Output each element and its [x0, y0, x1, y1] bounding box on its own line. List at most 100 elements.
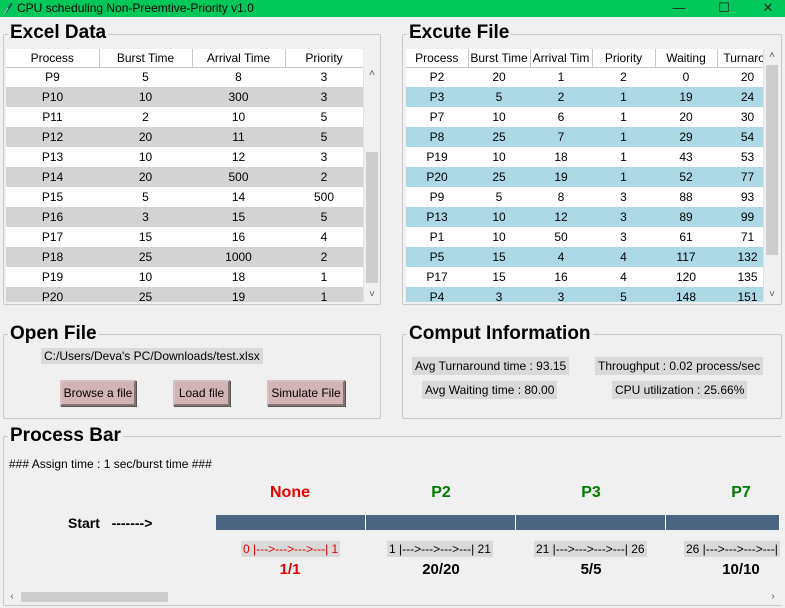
table-cell: P7 — [429, 110, 445, 124]
simulate-file-button[interactable]: Simulate File — [267, 380, 345, 406]
table-cell: 4 — [530, 247, 592, 267]
column-header[interactable]: Process — [406, 49, 469, 68]
scroll-up-arrow-icon[interactable]: ˄ — [364, 67, 380, 81]
table-row[interactable]: P9 5 8 3 88 93 — [406, 187, 763, 207]
scroll-down-arrow-icon[interactable]: ˅ — [364, 288, 380, 302]
table-cell: 300 — [192, 87, 285, 107]
table-cell: 1 — [285, 287, 363, 302]
table-cell: P20 — [406, 167, 468, 187]
column-header[interactable]: Waiting — [655, 49, 718, 68]
table-row[interactable]: P19 10 18 1 — [6, 267, 363, 287]
scroll-thumb[interactable] — [21, 592, 168, 602]
table-cell: 132 — [717, 247, 763, 267]
table-cell: 3 — [620, 230, 627, 244]
table-cell: P8 — [406, 127, 468, 147]
table-cell: 1 — [592, 167, 655, 187]
table-cell: 3 — [592, 207, 655, 227]
table-row[interactable]: P4 3 3 5 148 151 — [406, 287, 763, 302]
table-cell: 71 — [740, 230, 755, 244]
excel-table[interactable]: Process Burst Time Arrival Time Priority P9… — [6, 49, 363, 302]
table-row[interactable]: P16 3 15 5 — [6, 207, 363, 227]
throughput-label: Throughput : 0.02 process/sec — [595, 357, 764, 375]
close-button[interactable]: ✕ — [753, 0, 783, 17]
table-cell: P5 — [406, 247, 468, 267]
title-bar: CPU scheduling Non-Preemtive-Priority v1… — [0, 0, 785, 17]
column-header[interactable]: Arrival Time — [192, 49, 286, 68]
table-row[interactable]: P10 10 300 3 — [6, 87, 363, 107]
column-header[interactable]: Burst Time — [99, 49, 193, 68]
table-cell: 19 — [655, 87, 717, 107]
excel-vertical-scrollbar[interactable]: ˄ ˅ — [363, 67, 380, 302]
execute-vertical-scrollbar[interactable]: ˄ ˅ — [763, 49, 780, 302]
scroll-right-arrow-icon[interactable]: › — [765, 589, 781, 605]
table-row[interactable]: P3 5 2 1 19 24 — [406, 87, 763, 107]
table-row[interactable]: P5 15 4 4 117 132 — [406, 247, 763, 267]
table-cell: P16 — [6, 207, 99, 227]
table-row[interactable]: P20 25 19 1 — [6, 287, 363, 302]
table-cell: P9 — [429, 190, 445, 204]
table-cell: 20 — [99, 167, 192, 187]
table-cell: 5 — [468, 87, 530, 107]
table-cell: 135 — [737, 270, 758, 284]
table-cell: 500 — [192, 167, 285, 187]
table-cell: 14 — [231, 190, 246, 204]
table-cell: 3 — [320, 70, 328, 85]
scroll-thumb[interactable] — [766, 65, 778, 255]
column-header[interactable]: Process — [6, 49, 100, 68]
table-cell: 99 — [717, 207, 763, 227]
compute-info-title: Comput Information — [407, 323, 593, 344]
table-cell: P11 — [42, 110, 63, 124]
table-cell: 2 — [530, 87, 592, 107]
assign-time-note: ### Assign time : 1 sec/burst time ### — [9, 457, 212, 471]
start-label: Start -------> — [68, 515, 153, 531]
table-row[interactable]: P13 10 12 3 89 99 — [406, 207, 763, 227]
scroll-left-arrow-icon[interactable]: ‹ — [4, 589, 20, 605]
table-row[interactable]: P8 25 7 1 29 54 — [406, 127, 763, 147]
table-row[interactable]: P18 25 1000 2 — [6, 247, 363, 267]
avg-turnaround-label: Avg Turnaround time : 93.15 — [412, 357, 570, 375]
table-cell: 120 — [675, 270, 697, 284]
browse-file-button[interactable]: Browse a file — [60, 380, 136, 406]
table-row[interactable]: P15 5 14 500 — [6, 187, 363, 207]
table-row[interactable]: P14 20 500 2 — [6, 167, 363, 187]
table-cell: 89 — [655, 207, 717, 227]
table-row[interactable]: P12 20 11 5 — [6, 127, 363, 147]
execute-table[interactable]: Process Burst Time Arrival Tim Priority Wait… — [406, 49, 763, 302]
file-path-label: C:/Users/Deva's PC/Downloads/test.xlsx — [41, 348, 263, 364]
scroll-thumb[interactable] — [366, 152, 378, 283]
maximize-button[interactable]: ☐ — [709, 0, 739, 17]
table-row[interactable]: P17 15 16 4 120 135 — [406, 267, 763, 287]
column-header[interactable]: Burst Time — [468, 49, 531, 68]
table-row[interactable]: P19 10 18 1 43 53 — [406, 147, 763, 167]
table-cell: P9 — [45, 70, 60, 85]
table-row[interactable]: P7 10 6 1 20 30 — [406, 107, 763, 127]
column-header[interactable]: Turnarou — [717, 49, 763, 68]
table-cell: 25 — [99, 287, 192, 302]
scroll-up-arrow-icon[interactable]: ˄ — [764, 49, 780, 63]
table-cell: P19 — [41, 270, 64, 284]
open-file-title: Open File — [8, 323, 99, 344]
table-cell: 25 — [468, 167, 530, 187]
table-row[interactable]: P1 10 50 3 61 71 — [406, 227, 763, 247]
table-cell: 54 — [717, 127, 763, 147]
table-cell: 2 — [285, 247, 363, 267]
table-row[interactable]: P17 15 16 4 — [6, 227, 363, 247]
table-cell: 20 — [679, 110, 693, 124]
minimize-button[interactable]: — — [664, 0, 694, 17]
table-cell: 53 — [740, 150, 755, 164]
table-cell: 15 — [138, 230, 153, 244]
table-cell: 10 — [492, 150, 506, 164]
table-row[interactable]: P11 2 10 5 — [6, 107, 363, 127]
load-file-button[interactable]: Load file — [173, 380, 230, 406]
table-cell: P17 — [41, 230, 64, 244]
column-header[interactable]: Priority — [592, 49, 656, 68]
column-header[interactable]: Priority — [285, 49, 363, 68]
column-header[interactable]: Arrival Tim — [530, 49, 593, 68]
table-row[interactable]: P9 5 8 3 — [6, 67, 363, 87]
table-row[interactable]: P13 10 12 3 — [6, 147, 363, 167]
scroll-down-arrow-icon[interactable]: ˅ — [764, 288, 780, 302]
table-row[interactable]: P20 25 19 1 52 77 — [406, 167, 763, 187]
table-cell: 3 — [620, 190, 627, 204]
process-bar-horizontal-scrollbar[interactable]: ‹ › — [4, 589, 781, 605]
table-row[interactable]: P2 20 1 2 0 20 — [406, 67, 763, 87]
